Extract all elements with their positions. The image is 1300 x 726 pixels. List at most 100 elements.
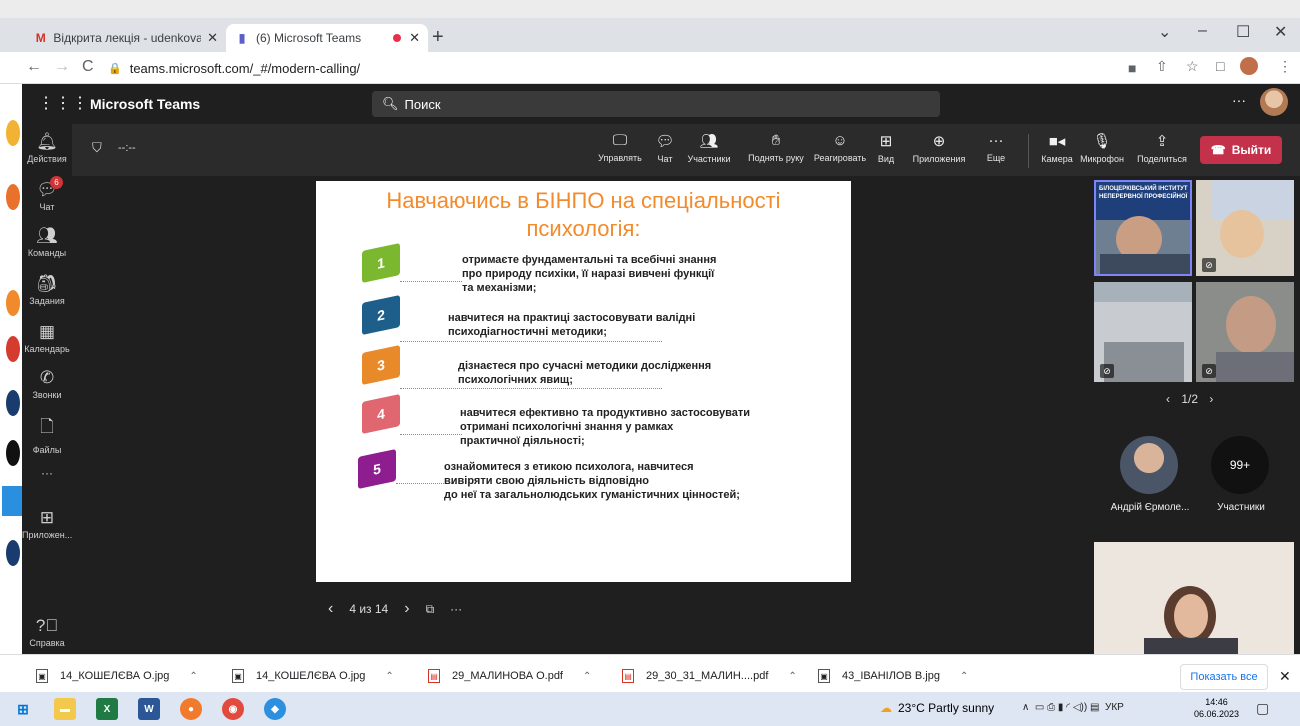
previous-page-icon[interactable]: ‹ bbox=[1166, 392, 1170, 406]
firefox-icon[interactable]: ● bbox=[180, 698, 202, 720]
participants-overflow[interactable]: 99+ bbox=[1211, 436, 1269, 494]
previous-slide-icon[interactable]: ‹ bbox=[328, 600, 333, 618]
start-icon[interactable]: ⊞ bbox=[12, 698, 34, 720]
language-indicator[interactable]: УКР bbox=[1105, 702, 1124, 713]
react-button[interactable]: ☺ Реагировать bbox=[808, 132, 872, 163]
mic-off-icon: 🎙︎ bbox=[1092, 133, 1112, 150]
word-icon[interactable]: W bbox=[138, 698, 160, 720]
rail-item-teams[interactable]: 👥︎ Команды bbox=[22, 226, 72, 258]
app-launcher-icon[interactable]: ⋮⋮⋮ bbox=[38, 93, 89, 113]
minimize-button[interactable]: – bbox=[1198, 22, 1207, 40]
url-field[interactable]: 🔒 teams.microsoft.com/_#/modern-calling/ bbox=[108, 56, 1118, 80]
people-icon: 👥︎ bbox=[699, 133, 719, 150]
show-all-downloads-button[interactable]: Показать все bbox=[1180, 664, 1268, 690]
add-app-icon: ⊕ bbox=[932, 133, 946, 150]
forward-icon[interactable]: → bbox=[54, 58, 70, 76]
camera-indicator-icon[interactable]: ■ bbox=[1128, 60, 1136, 76]
participant-body bbox=[1216, 352, 1294, 382]
new-tab-button[interactable]: + bbox=[432, 26, 444, 49]
tray-icons[interactable]: ▭ ⎙ ▮ ◜ ◁)) ▤ bbox=[1035, 702, 1100, 713]
shared-slide: Навчаючись в БІНПО на спеціальності псих… bbox=[316, 181, 851, 582]
tab-search-icon[interactable]: ⌄ bbox=[1158, 22, 1171, 42]
avatar[interactable] bbox=[1260, 88, 1288, 116]
rail-item-files[interactable]: 🗋 Файлы bbox=[22, 414, 72, 455]
download-item[interactable]: ▣ 14_КОШЕЛЄВА О.jpg ⌃ bbox=[36, 669, 198, 683]
close-tab-icon[interactable]: ✕ bbox=[409, 30, 420, 46]
download-item[interactable]: ▣ 14_КОШЕЛЄВА О.jpg ⌃ bbox=[232, 669, 394, 683]
search-input[interactable]: 🔍︎ Поиск bbox=[372, 91, 940, 117]
profile-avatar[interactable] bbox=[1240, 57, 1258, 75]
grid-view-icon[interactable]: ⧉ bbox=[426, 602, 435, 617]
bell-icon: 🔔︎ bbox=[36, 132, 58, 151]
view-button[interactable]: ⊞ Вид bbox=[872, 132, 900, 164]
rail-item-apps[interactable]: ⊞ Приложен... bbox=[22, 508, 72, 540]
chevron-up-icon[interactable]: ∧ bbox=[1022, 702, 1029, 713]
microphone-button[interactable]: 🎙︎ Микрофон bbox=[1074, 132, 1130, 164]
meeting-info-icon[interactable]: ⛉ bbox=[92, 140, 102, 156]
system-tray[interactable]: ∧ ▭ ⎙ ▮ ◜ ◁)) ▤ УКР bbox=[1022, 702, 1124, 713]
rail-item-assignments[interactable]: 🎒︎ Задания bbox=[22, 274, 72, 306]
share-page-icon[interactable]: ⇧ bbox=[1156, 58, 1168, 75]
notification-icon[interactable]: ▢ bbox=[1256, 700, 1269, 717]
rail-item-calendar[interactable]: ▦ Календарь bbox=[22, 322, 72, 354]
rail-item-more[interactable]: ··· bbox=[22, 466, 72, 480]
menu-icon[interactable]: ⋮ bbox=[1278, 58, 1292, 75]
camera-icon: ■◂ bbox=[1048, 133, 1066, 150]
chevron-up-icon[interactable]: ⌃ bbox=[960, 671, 968, 682]
leave-button[interactable]: ☎ Выйти bbox=[1200, 136, 1282, 164]
download-filename: 14_КОШЕЛЄВА О.jpg bbox=[256, 670, 366, 682]
number-cube: 4 bbox=[362, 393, 400, 435]
chevron-up-icon[interactable]: ⌃ bbox=[788, 671, 796, 682]
raise-hand-button[interactable]: ✋︎ Поднять руку bbox=[740, 132, 812, 163]
close-download-bar-icon[interactable]: ✕ bbox=[1279, 668, 1291, 685]
rail-item-chat[interactable]: 💬︎ 6 Чат bbox=[22, 176, 72, 212]
video-tile[interactable] bbox=[1094, 542, 1294, 654]
video-tile[interactable]: ⊘ bbox=[1196, 282, 1294, 382]
bookmark-star-icon[interactable]: ☆ bbox=[1186, 58, 1199, 75]
leader-line bbox=[400, 341, 662, 342]
apps-button[interactable]: ⊕ Приложения bbox=[906, 132, 972, 164]
file-explorer-icon[interactable]: ▬ bbox=[54, 698, 76, 720]
list-item: отримаєте фундаментальні та всебічні зна… bbox=[462, 254, 717, 294]
back-icon[interactable]: ← bbox=[26, 58, 42, 76]
download-item[interactable]: ▤ 29_МАЛИНОВА О.pdf ⌃ bbox=[428, 669, 591, 683]
chevron-up-icon[interactable]: ⌃ bbox=[189, 671, 197, 682]
maximize-button[interactable]: ☐ bbox=[1236, 22, 1250, 42]
settings-more-icon[interactable]: ··· bbox=[1232, 92, 1246, 108]
sidepanel-icon[interactable]: □ bbox=[1216, 58, 1224, 74]
close-window-button[interactable]: ✕ bbox=[1274, 22, 1287, 42]
more-icon[interactable]: ··· bbox=[450, 602, 462, 616]
share-button[interactable]: ⇪ Поделиться bbox=[1132, 132, 1192, 164]
rail-item-activity[interactable]: 🔔︎ Действия bbox=[22, 132, 72, 164]
download-item[interactable]: ▣ 43_ІВАНІЛОВ В.jpg ⌃ bbox=[818, 669, 968, 683]
tab-gmail[interactable]: M Відкрита лекція - udenkova2017 ✕ bbox=[26, 24, 226, 52]
chrome-icon[interactable]: ◉ bbox=[222, 698, 244, 720]
tab-teams[interactable]: ▮ (6) Microsoft Teams ✕ bbox=[226, 24, 428, 52]
weather-widget[interactable]: ☁ 23°C Partly sunny bbox=[880, 701, 994, 715]
more-button[interactable]: ··· Еще bbox=[982, 132, 1010, 163]
chevron-up-icon[interactable]: ⌃ bbox=[385, 671, 393, 682]
participant-avatar[interactable] bbox=[1120, 436, 1178, 494]
next-slide-icon[interactable]: › bbox=[404, 600, 409, 618]
teams-app-icon[interactable]: ◆ bbox=[264, 698, 286, 720]
chevron-up-icon[interactable]: ⌃ bbox=[583, 671, 591, 682]
rail-label: Звонки bbox=[32, 390, 62, 400]
close-tab-icon[interactable]: ✕ bbox=[201, 30, 218, 46]
background-window-edge bbox=[6, 336, 20, 362]
excel-icon[interactable]: X bbox=[96, 698, 118, 720]
download-item[interactable]: ▤ 29_30_31_МАЛИН....pdf ⌃ bbox=[622, 669, 797, 683]
clock[interactable]: 14:46 06.06.2023 bbox=[1194, 696, 1239, 720]
rail-item-help[interactable]: ?⃝ Справка bbox=[22, 616, 72, 648]
next-page-icon[interactable]: › bbox=[1209, 392, 1213, 406]
reload-icon[interactable]: C bbox=[82, 58, 94, 76]
camera-button[interactable]: ■◂ Камера bbox=[1038, 132, 1076, 164]
video-tile[interactable]: ⊘ bbox=[1094, 282, 1192, 382]
control-label: Еще bbox=[986, 153, 1006, 163]
video-tile[interactable]: БІЛОЦЕРКІВСЬКИЙ ІНСТИТУТ НЕПЕРЕРВНОЇ ПРО… bbox=[1094, 180, 1192, 276]
rail-item-calls[interactable]: ✆ Звонки bbox=[22, 368, 72, 400]
participants-button[interactable]: 👥︎ Участники bbox=[676, 132, 742, 164]
video-tile[interactable]: ⊘ bbox=[1196, 180, 1294, 276]
list-item: ознайомитеся з етикою психолога, навчите… bbox=[444, 461, 740, 501]
manage-button[interactable]: 🖵 Управлять bbox=[592, 132, 648, 163]
manage-icon: 🖵 bbox=[612, 132, 628, 149]
